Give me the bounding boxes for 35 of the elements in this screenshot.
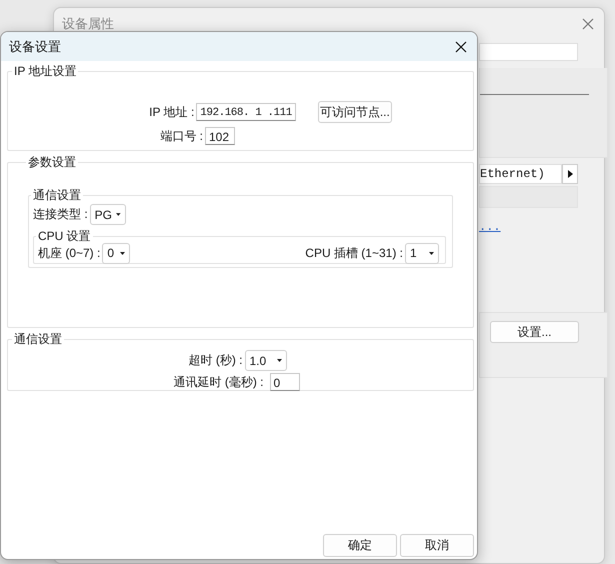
field-label: 超时 (秒) : [188, 352, 242, 369]
group-title: 通信设置 [13, 331, 63, 348]
dropdown[interactable]: 1.0 [244, 350, 286, 371]
field-label: CPU 插槽 (1~31) : [305, 244, 403, 262]
arrow-button[interactable] [562, 164, 578, 184]
field-label: 通讯延时 (毫秒) : [174, 374, 264, 390]
group-title: CPU 设置 [37, 228, 92, 245]
play-arrow-icon [568, 170, 572, 178]
caret-icon [120, 252, 126, 254]
ip-address-field[interactable]: 192.168. 1 .111 [196, 103, 296, 121]
field-label: 端口号 : [160, 128, 203, 144]
link[interactable]: ... [479, 220, 501, 234]
dialog-title: 设备设置 [9, 38, 61, 56]
nodes-button[interactable]: 可访问节点... [318, 101, 392, 123]
text-field[interactable] [479, 43, 578, 61]
interface-field[interactable]: Ethernet) [479, 164, 562, 184]
close-icon[interactable] [455, 40, 467, 52]
caret-icon [276, 359, 282, 362]
settings-button[interactable]: 设置... [490, 321, 579, 343]
dropdown[interactable]: PG [90, 204, 126, 225]
window-title: 设备属性 [62, 15, 114, 33]
group-title: 通信设置 [32, 187, 82, 204]
cancel-button[interactable]: 取消 [400, 534, 474, 557]
field-label: 连接类型 : [33, 206, 88, 223]
ok-button[interactable]: 确定 [323, 534, 397, 557]
dropdown[interactable]: 1 [405, 242, 439, 264]
field-label: 机座 (0~7) : [38, 244, 100, 262]
group-title: 参数设置 [27, 154, 77, 171]
dropdown[interactable]: 0 [102, 242, 130, 264]
caret-icon [116, 213, 121, 216]
text-field[interactable]: 0 [270, 373, 300, 391]
field-label: IP 地址 : [149, 104, 194, 120]
group-title: IP 地址设置 [13, 63, 78, 80]
text-field[interactable]: 102 [205, 127, 235, 145]
caret-icon [429, 252, 434, 254]
